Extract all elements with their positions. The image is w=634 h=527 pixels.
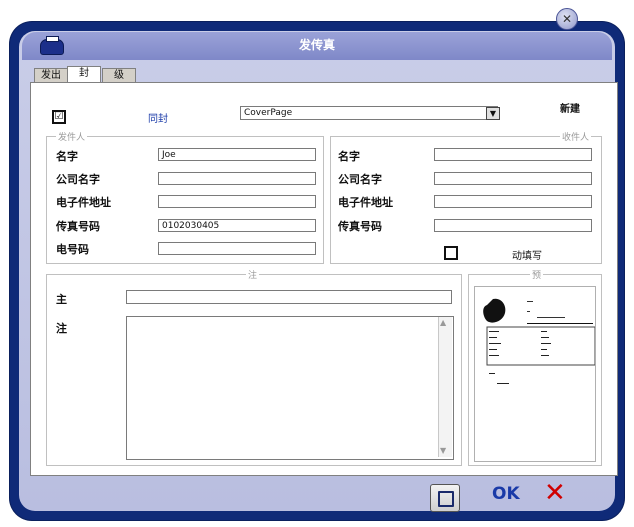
subject-field[interactable] [126, 290, 452, 304]
sender-email-field[interactable] [158, 195, 316, 208]
cancel-button[interactable]: ✕ [544, 478, 566, 508]
sender-email-label: 电子件地址 [56, 196, 111, 209]
window-title: 发传真 [298, 38, 335, 52]
sender-company-label: 公司名字 [56, 173, 100, 186]
recipient-fax-field[interactable] [434, 219, 592, 232]
recipient-name-field[interactable] [434, 148, 592, 161]
sender-phone-field[interactable] [158, 242, 316, 255]
preview-legend: 预 [530, 268, 544, 281]
sender-name-field[interactable]: Joe [158, 148, 316, 161]
note-label: 注 [56, 322, 67, 335]
autofill-checkbox[interactable] [444, 246, 458, 260]
tab-cover[interactable]: 封 [67, 66, 101, 83]
recipient-company-field[interactable] [434, 172, 592, 185]
note-legend: 注 [246, 268, 260, 281]
cover-template-select[interactable]: CoverPage [240, 106, 498, 120]
tab-send[interactable]: 发出 [34, 68, 68, 83]
cover-link[interactable]: 同封 [148, 110, 168, 125]
sender-legend: 发件人 [56, 130, 88, 143]
cover-checkbox[interactable]: ☑ [52, 110, 66, 124]
preview-thumbnail-icon [483, 298, 596, 384]
scroll-up-icon[interactable]: ▲ [440, 318, 446, 327]
recipient-legend: 收件人 [560, 130, 592, 143]
sender-fax-field[interactable]: 0102030405 [158, 219, 316, 232]
save-button[interactable] [430, 484, 460, 512]
recipient-fax-label: 传真号码 [338, 220, 382, 233]
floppy-disk-icon [438, 491, 454, 507]
cover-page-preview [474, 286, 596, 462]
chevron-down-icon[interactable]: ▼ [486, 107, 500, 120]
recipient-company-label: 公司名字 [338, 173, 382, 186]
sender-name-label: 名字 [56, 150, 78, 163]
ok-button[interactable]: OK [492, 484, 520, 504]
scroll-down-icon[interactable]: ▼ [440, 446, 446, 455]
sender-fax-label: 传真号码 [56, 220, 100, 233]
sender-phone-label: 电号码 [56, 243, 89, 256]
sender-company-field[interactable] [158, 172, 316, 185]
recipient-name-label: 名字 [338, 150, 360, 163]
note-textarea[interactable] [126, 316, 454, 460]
recipient-email-field[interactable] [434, 195, 592, 208]
subject-label: 主 [56, 293, 67, 306]
note-scrollbar[interactable] [438, 317, 452, 457]
close-icon[interactable]: ✕ [556, 8, 578, 30]
recipient-email-label: 电子件地址 [338, 196, 393, 209]
new-button[interactable]: 新建 [560, 100, 580, 115]
autofill-label: 动填写 [512, 251, 542, 262]
tab-level[interactable]: 级 [102, 68, 136, 83]
